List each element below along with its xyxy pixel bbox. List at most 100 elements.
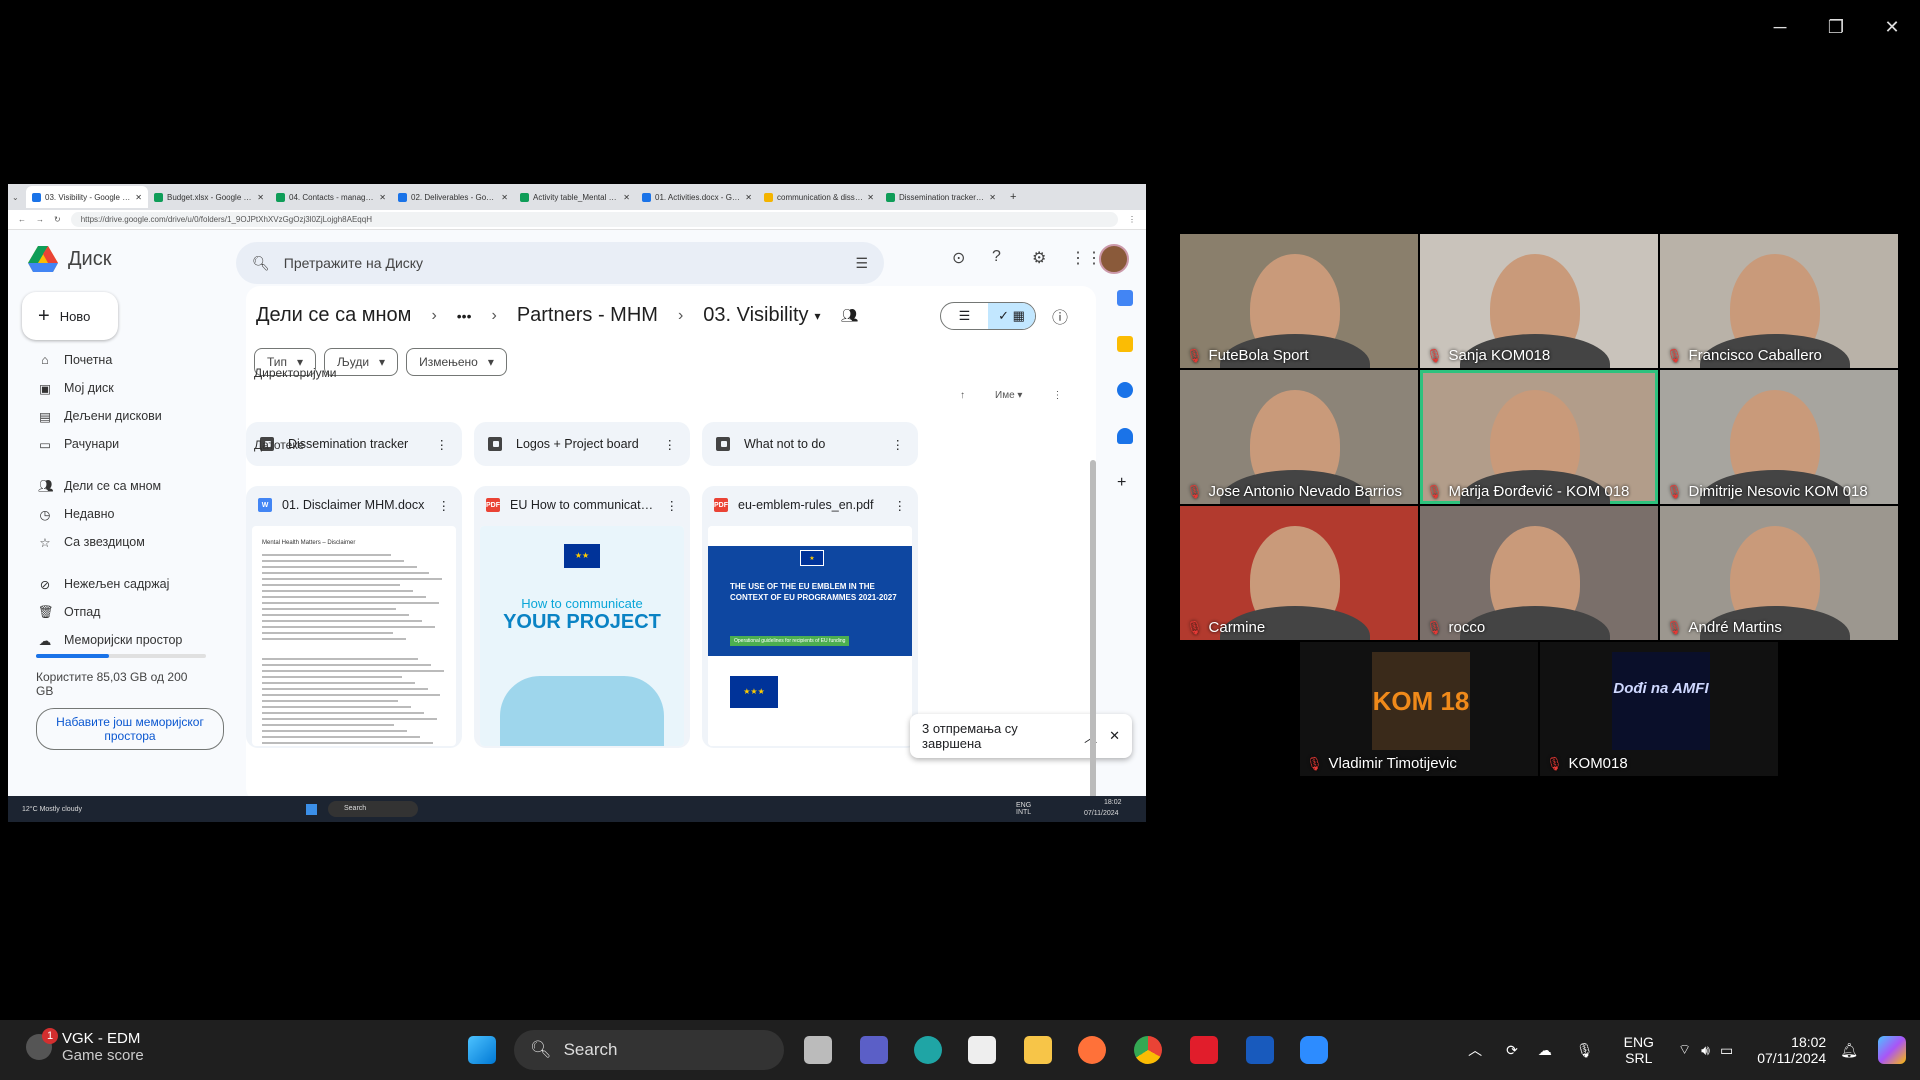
more-options-icon[interactable]: ⋮ (666, 498, 679, 513)
browser-tab[interactable]: Budget.xlsx - Google табе ✕ (148, 186, 270, 208)
browser-tab[interactable]: 02. Deliverables - Google ✕ (392, 186, 514, 208)
sort-direction-icon[interactable]: ↑ (960, 390, 965, 401)
new-tab-button[interactable]: + (1002, 191, 1024, 203)
sidebar-item[interactable]: ☆ Са звездицом (8, 528, 232, 556)
calendar-icon[interactable] (1117, 290, 1133, 306)
keep-icon[interactable] (1117, 336, 1133, 352)
clock-date[interactable]: 07/11/2024 (1757, 1050, 1826, 1066)
file-card[interactable]: PDF EU How to communicate yo... ⋮ ★★ How to … (474, 486, 690, 748)
layout-code[interactable]: SRL (1625, 1050, 1652, 1066)
back-icon[interactable]: ← (18, 215, 26, 224)
gear-icon[interactable]: ⚙ (1032, 248, 1046, 268)
search-input[interactable]: Претражите на Диску (284, 255, 842, 271)
browser-tab[interactable]: Dissemination tracker - N ✕ (880, 186, 1002, 208)
apps-grid-icon[interactable]: ⋮⋮ (1070, 248, 1102, 268)
drive-logo[interactable]: Диск (28, 246, 111, 272)
grid-view-icon[interactable]: ✓ ▦ (988, 303, 1035, 329)
chrome-icon[interactable] (1134, 1036, 1162, 1064)
breadcrumb-shared[interactable]: Дели се са мном (256, 304, 411, 327)
sidebar-item[interactable]: 👥︎ Дели се са мном (8, 472, 232, 500)
sidebar-item[interactable]: ◷ Недавно (8, 500, 232, 528)
account-avatar[interactable] (1099, 244, 1129, 274)
forward-icon[interactable]: → (36, 215, 44, 224)
more-options-icon[interactable]: ⋮ (438, 498, 451, 513)
list-view-icon[interactable]: ☰ (941, 303, 988, 329)
sidebar-item[interactable]: ▣ Мој диск (8, 374, 232, 402)
lang-code[interactable]: ENG (1624, 1034, 1654, 1050)
minimize-button[interactable]: ─ (1752, 12, 1808, 42)
edge-icon[interactable] (914, 1036, 942, 1064)
participant-tile[interactable]: 🎙︎ FuteBola Sport (1180, 234, 1418, 368)
tasks-icon[interactable] (1117, 382, 1133, 398)
tab-search-icon[interactable]: ⌄ (12, 193, 26, 202)
participant-tile[interactable]: KOM 18 🎙︎ Vladimir Timotijevic (1300, 642, 1538, 776)
get-more-storage-button[interactable]: Набавите још меморијског простора (36, 708, 224, 750)
taskbar-search[interactable]: 🔍︎ Search (514, 1030, 784, 1070)
teams-icon[interactable] (860, 1036, 888, 1064)
file-explorer-icon[interactable] (1024, 1036, 1052, 1064)
add-addon-icon[interactable]: + (1117, 474, 1133, 491)
sidebar-item[interactable]: 🗑︎ Отпад (8, 598, 232, 626)
close-tab-icon[interactable]: ✕ (867, 193, 874, 202)
close-tab-icon[interactable]: ✕ (623, 193, 630, 202)
firefox-icon[interactable] (1078, 1036, 1106, 1064)
folder-item[interactable]: What not to do ⋮ (702, 422, 918, 466)
close-button[interactable]: ✕ (1864, 12, 1920, 42)
more-options-icon[interactable]: ⋮ (436, 437, 449, 452)
app-red-icon[interactable] (1190, 1036, 1218, 1064)
shared-start-icon[interactable] (306, 803, 317, 815)
clock-time[interactable]: 18:02 (1791, 1034, 1826, 1050)
new-button[interactable]: + Ново (22, 292, 118, 340)
participant-tile[interactable]: 🎙︎ Francisco Caballero (1660, 234, 1898, 368)
browser-tab[interactable]: 03. Visibility - Google Дис ✕ (26, 186, 148, 208)
sidebar-item[interactable]: ⊘ Нежељен садржај (8, 570, 232, 598)
more-options-icon[interactable]: ⋮ (892, 437, 905, 452)
more-options-icon[interactable]: ⋮ (664, 437, 677, 452)
browser-tab[interactable]: communication & dissem ✕ (758, 186, 880, 208)
more-options-icon[interactable]: ⋮ (894, 498, 907, 513)
cloud-icon[interactable]: ☁ (1538, 1042, 1552, 1059)
copilot-icon[interactable] (1878, 1036, 1906, 1064)
drive-search-bar[interactable]: 🔍︎ Претражите на Диску ☰ (236, 242, 884, 284)
file-thumbnail[interactable]: Mental Health Matters – Disclaimer (252, 526, 456, 746)
browser-tab[interactable]: 01. Activities.docx - Goog ✕ (636, 186, 758, 208)
participant-tile[interactable]: 🎙︎ Jose Antonio Nevado Barrios (1180, 370, 1418, 504)
task-view-icon[interactable] (804, 1036, 832, 1064)
sidebar-item[interactable]: ▤ Дељени дискови (8, 402, 232, 430)
file-thumbnail[interactable]: ★★ How to communicate YOUR PROJECT (480, 526, 684, 746)
volume-icon[interactable]: 🔊︎ (1701, 1042, 1710, 1059)
close-tab-icon[interactable]: ✕ (379, 193, 386, 202)
search-options-icon[interactable]: ☰ (855, 255, 868, 272)
close-tab-icon[interactable]: ✕ (501, 193, 508, 202)
chevron-up-icon[interactable]: ︿ (1468, 1040, 1482, 1060)
url-field[interactable]: https://drive.google.com/drive/u/0/folde… (70, 212, 1118, 227)
browser-tab[interactable]: 04. Contacts - manageme ✕ (270, 186, 392, 208)
battery-icon[interactable]: ▭ (1720, 1042, 1733, 1059)
file-card[interactable]: PDF eu-emblem-rules_en.pdf ⋮ ★ THE USE OF TH… (702, 486, 918, 748)
more-options-icon[interactable]: ⋮ (1052, 390, 1062, 401)
breadcrumb-more[interactable]: ••• (457, 308, 472, 324)
share-people-icon[interactable]: 👥︎ (841, 307, 859, 324)
participant-tile[interactable]: 🎙︎ André Martins (1660, 506, 1898, 640)
wifi-icon[interactable]: ⌔ (1678, 1041, 1691, 1059)
dropdown-icon[interactable]: ▾ (815, 309, 821, 323)
filter-chip[interactable]: Измењено ▾ (406, 348, 507, 376)
zoom-icon[interactable] (1300, 1036, 1328, 1064)
contacts-icon[interactable] (1117, 428, 1133, 444)
participant-tile[interactable]: 🎙︎ Sanja KOM018 (1420, 234, 1658, 368)
sidebar-item[interactable]: ▭ Рачунари (8, 430, 232, 458)
sidebar-item[interactable]: ⌂ Почетна (8, 346, 232, 374)
microphone-icon[interactable]: 🎙︎ (1576, 1042, 1594, 1059)
breadcrumb-current[interactable]: 03. Visibility (703, 304, 808, 327)
widgets-button[interactable]: 1 VGK - EDM Game score (26, 1028, 144, 1064)
reload-icon[interactable]: ↻ (54, 215, 61, 224)
sidebar-item[interactable]: ☁ Меморијски простор (8, 626, 232, 654)
bell-icon[interactable]: 🔔︎ (1840, 1042, 1858, 1059)
file-thumbnail[interactable]: ★ THE USE OF THE EU EMBLEM IN THE CONTEXT… (708, 526, 912, 746)
participant-tile[interactable]: Dođi na AMFI 🎙︎ KOM018 (1540, 642, 1778, 776)
help-icon[interactable]: ? (992, 248, 1001, 266)
store-icon[interactable] (968, 1036, 996, 1064)
participant-tile[interactable]: 🎙︎ Marija Đorđević - KOM 018 (1420, 370, 1658, 504)
close-tab-icon[interactable]: ✕ (745, 193, 752, 202)
sync-icon[interactable]: ⟳ (1506, 1042, 1518, 1059)
